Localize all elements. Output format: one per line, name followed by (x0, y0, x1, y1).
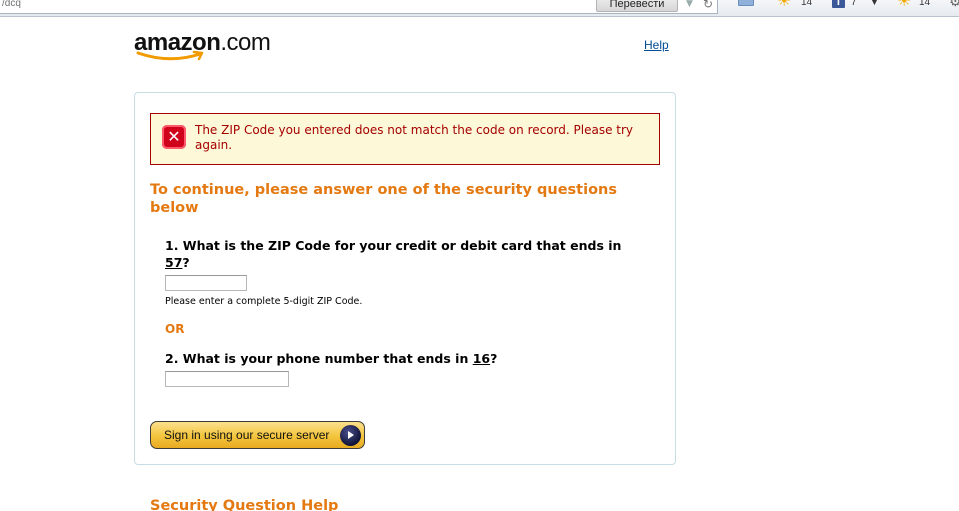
card-ending-digits: 57 (165, 255, 183, 270)
page-title: To continue, please answer one of the se… (150, 182, 617, 216)
sign-in-button-label: Sign in using our secure server (164, 428, 330, 442)
or-divider: OR (165, 322, 185, 336)
question-mark: ? (182, 255, 190, 270)
browser-toolbar: /dcq Перевести ▼ ↻ ☀ 14 f 7 ▼ ☀ 14 ⚙ (0, 0, 959, 17)
question-phone-text: 2. What is your phone number that ends i… (165, 351, 473, 366)
sun-icon[interactable]: ☀ (897, 0, 914, 9)
translate-button[interactable]: Перевести (596, 0, 678, 12)
address-bar-url: /dcq (2, 0, 21, 9)
weather-temperature: 14 (801, 0, 813, 8)
weather-temperature: 14 (919, 0, 931, 8)
gear-icon[interactable]: ⚙ (949, 0, 959, 10)
arrow-right-icon (340, 425, 361, 446)
phone-number-input[interactable] (165, 371, 289, 387)
sun-icon[interactable]: ☀ (777, 0, 794, 9)
error-message: The ZIP Code you entered does not match … (195, 123, 634, 152)
mail-icon[interactable] (738, 0, 754, 6)
question-zip-label: 1. What is the ZIP Code for your credit … (165, 237, 645, 271)
chevron-down-icon[interactable]: ▼ (871, 0, 878, 7)
dropdown-arrow-icon[interactable]: ▼ (686, 0, 693, 9)
logo-suffix: .com (220, 29, 271, 56)
error-x-icon: ✕ (162, 125, 186, 149)
reload-icon[interactable]: ↻ (703, 0, 713, 11)
question-mark: ? (490, 351, 498, 366)
zip-hint: Please enter a complete 5-digit ZIP Code… (165, 296, 363, 307)
security-question-help-heading: Security Question Help (150, 498, 339, 511)
smile-arrow-icon (136, 50, 204, 61)
help-link[interactable]: Help (644, 38, 669, 52)
question-zip-text: 1. What is the ZIP Code for your credit … (165, 238, 622, 253)
facebook-count: 7 (851, 0, 857, 8)
zip-code-input[interactable] (165, 275, 247, 291)
phone-ending-digits: 16 (472, 351, 491, 366)
facebook-icon[interactable]: f (832, 0, 845, 8)
amazon-logo[interactable]: amazon.com (134, 30, 274, 64)
question-phone-label: 2. What is your phone number that ends i… (165, 350, 645, 367)
sign-in-button[interactable]: Sign in using our secure server (150, 421, 365, 449)
